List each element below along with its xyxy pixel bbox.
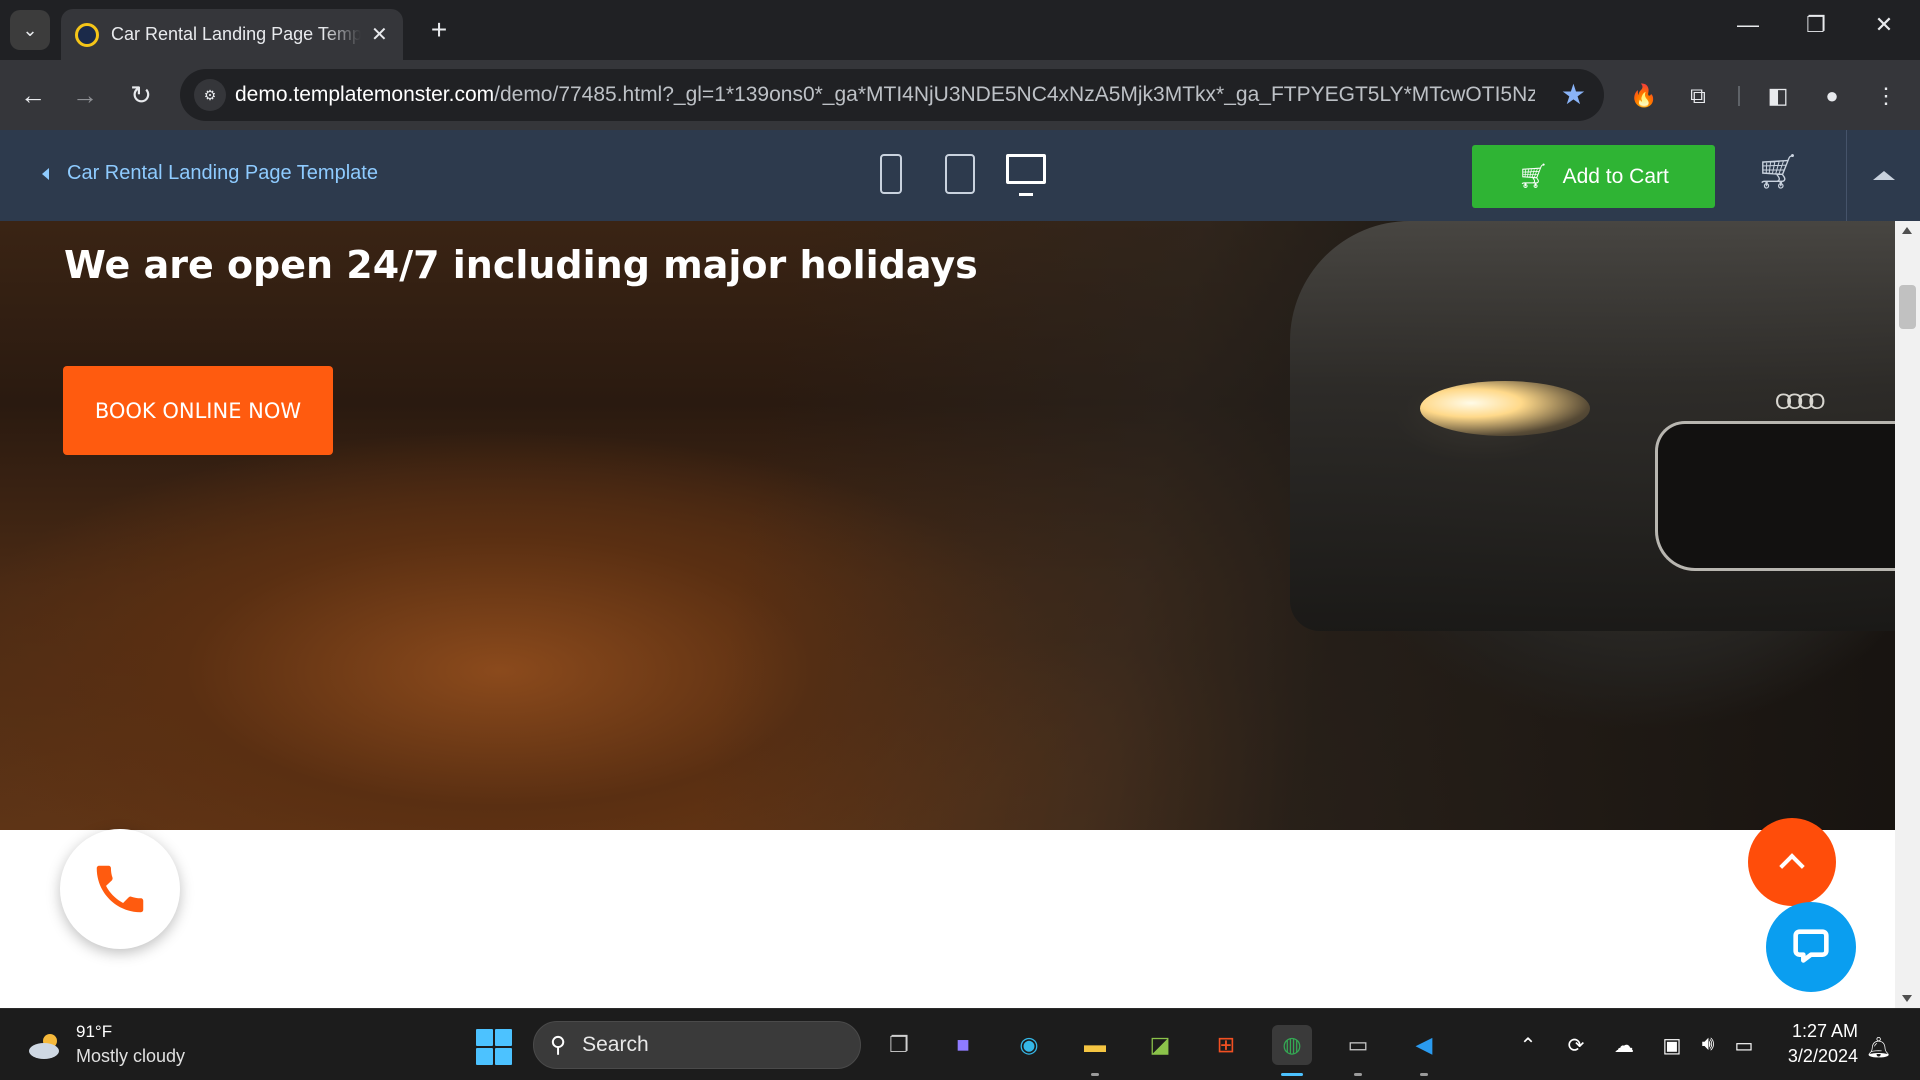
photo-app-icon[interactable]: ◪ bbox=[1140, 1025, 1180, 1065]
add-to-cart-label: Add to Cart bbox=[1562, 164, 1669, 188]
scroll-to-top-button[interactable] bbox=[1748, 818, 1836, 906]
address-bar[interactable]: ⚙ demo.templatemonster.com/demo/77485.ht… bbox=[180, 69, 1604, 121]
close-window-button[interactable]: ✕ bbox=[1864, 12, 1904, 38]
back-arrow-icon[interactable]: ← bbox=[14, 76, 52, 114]
active-app-indicator bbox=[1281, 1073, 1303, 1076]
app-running-indicator bbox=[1354, 1073, 1362, 1076]
scroll-thumb[interactable] bbox=[1899, 285, 1916, 329]
forward-arrow-icon[interactable]: → bbox=[66, 76, 104, 114]
file-explorer-icon[interactable]: ▬ bbox=[1075, 1025, 1115, 1065]
demo-preview-bar: Car Rental Landing Page Template 🛒︎ Add … bbox=[0, 130, 1920, 221]
show-hidden-icons-chevron-icon[interactable]: ⌃ bbox=[1514, 1033, 1542, 1058]
site-info-icon[interactable]: ⚙ bbox=[194, 79, 226, 111]
minimize-button[interactable]: — bbox=[1728, 12, 1768, 38]
fire-extension-icon[interactable]: 🔥 bbox=[1626, 78, 1662, 114]
url-path: /demo/77485.html?_gl=1*139ons0*_ga*MTI4N… bbox=[494, 83, 1535, 106]
app-running-indicator bbox=[1420, 1073, 1428, 1076]
browser-tab-active[interactable]: Car Rental Landing Page Template ✕ bbox=[61, 9, 403, 60]
scroll-down-arrow-icon[interactable] bbox=[1902, 995, 1912, 1002]
partly-cloudy-icon[interactable] bbox=[26, 1031, 66, 1061]
url-text[interactable]: demo.templatemonster.com/demo/77485.html… bbox=[235, 83, 1535, 107]
add-to-cart-button[interactable]: 🛒︎ Add to Cart bbox=[1472, 145, 1715, 208]
live-chat-button[interactable] bbox=[1766, 902, 1856, 992]
notification-bell-icon[interactable]: 🔔︎ bbox=[1866, 1035, 1891, 1060]
car-headlight bbox=[1420, 381, 1590, 436]
sync-icon[interactable]: ⟳ bbox=[1562, 1033, 1590, 1058]
tab-close-icon[interactable]: ✕ bbox=[371, 22, 388, 47]
tablet-view-icon[interactable] bbox=[945, 154, 975, 194]
extensions-puzzle-icon[interactable]: ⧉ bbox=[1680, 78, 1716, 114]
clock-time[interactable]: 1:27 AM bbox=[1788, 1021, 1858, 1042]
clock-date[interactable]: 3/2/2024 bbox=[1778, 1046, 1858, 1067]
collapse-bar-button[interactable] bbox=[1846, 130, 1920, 221]
taskbar-search[interactable]: ⚲ Search bbox=[533, 1021, 861, 1069]
edge-browser-icon[interactable]: ◉ bbox=[1009, 1025, 1049, 1065]
phone-icon bbox=[96, 865, 144, 913]
bookmark-star-icon[interactable]: ★ bbox=[1561, 78, 1586, 111]
shopping-cart-icon[interactable]: 🛒︎ bbox=[1756, 152, 1799, 192]
desktop-view-icon[interactable] bbox=[1006, 154, 1046, 196]
network-icon[interactable]: ▣ bbox=[1658, 1033, 1686, 1058]
microsoft-store-icon[interactable]: ⊞ bbox=[1206, 1025, 1246, 1065]
tab-title: Car Rental Landing Page Template bbox=[111, 24, 361, 44]
more-menu-icon[interactable]: ⋮ bbox=[1868, 78, 1904, 114]
volume-icon[interactable]: 🔊︎ bbox=[1694, 1033, 1722, 1056]
hero-title: We are open 24/7 including major holiday… bbox=[64, 243, 978, 287]
car-grille bbox=[1655, 421, 1895, 571]
search-icon: ⚲ bbox=[550, 1032, 567, 1057]
page-viewport: OOOO We are open 24/7 including major ho… bbox=[0, 221, 1895, 1008]
cart-icon: 🛒︎ bbox=[1518, 163, 1549, 190]
chevron-down-icon: ⌄ bbox=[22, 19, 38, 40]
weather-temperature[interactable]: 91°F bbox=[76, 1022, 112, 1042]
new-tab-button[interactable]: + bbox=[424, 14, 454, 46]
scroll-up-arrow-icon[interactable] bbox=[1902, 227, 1912, 234]
back-to-template-link[interactable]: Car Rental Landing Page Template bbox=[42, 162, 378, 185]
chrome-icon[interactable]: ◍ bbox=[1272, 1025, 1312, 1065]
app-running-indicator bbox=[1091, 1073, 1099, 1076]
chat-bubble-icon bbox=[1793, 929, 1829, 963]
terminal-icon[interactable]: ▭ bbox=[1338, 1025, 1378, 1065]
vscode-icon[interactable]: ◀ bbox=[1404, 1025, 1444, 1065]
mobile-view-icon[interactable] bbox=[880, 154, 902, 194]
reload-icon[interactable]: ↻ bbox=[122, 76, 160, 114]
page-scrollbar[interactable] bbox=[1895, 221, 1920, 1008]
toolbar-divider bbox=[1738, 86, 1740, 106]
tab-search-button[interactable]: ⌄ bbox=[10, 10, 50, 50]
book-online-button[interactable]: BOOK ONLINE NOW bbox=[63, 366, 333, 455]
chevron-up-icon bbox=[1779, 853, 1805, 879]
template-name: Car Rental Landing Page Template bbox=[67, 162, 378, 184]
browser-toolbar: ← → ↻ ⚙ demo.templatemonster.com/demo/77… bbox=[0, 60, 1920, 130]
onedrive-cloud-icon[interactable]: ☁ bbox=[1610, 1033, 1638, 1058]
side-panel-icon[interactable]: ◧ bbox=[1760, 78, 1796, 114]
caret-left-icon bbox=[42, 167, 49, 180]
battery-icon[interactable]: ▭ bbox=[1730, 1033, 1758, 1058]
triangle-up-icon bbox=[1872, 171, 1895, 180]
weather-description[interactable]: Mostly cloudy bbox=[76, 1046, 185, 1067]
url-host: demo.templatemonster.com bbox=[235, 83, 495, 106]
hero-section: OOOO We are open 24/7 including major ho… bbox=[0, 221, 1895, 830]
call-button[interactable] bbox=[60, 829, 180, 949]
restore-button[interactable]: ❐ bbox=[1796, 12, 1836, 38]
profile-avatar-icon[interactable]: ● bbox=[1814, 78, 1850, 114]
windows-start-icon[interactable] bbox=[476, 1029, 512, 1065]
templatemonster-favicon-icon bbox=[75, 22, 99, 47]
browser-tab-strip: ⌄ Car Rental Landing Page Template ✕ + —… bbox=[0, 0, 1920, 60]
search-label: Search bbox=[582, 1033, 649, 1056]
teams-chat-icon[interactable]: ■ bbox=[943, 1025, 983, 1065]
task-view-icon[interactable]: ❐ bbox=[879, 1025, 919, 1065]
windows-taskbar: 91°F Mostly cloudy ⚲ Search ❐ ■ ◉ ▬ ◪ ⊞ … bbox=[0, 1008, 1920, 1080]
car-emblem: OOOO bbox=[1775, 389, 1826, 414]
